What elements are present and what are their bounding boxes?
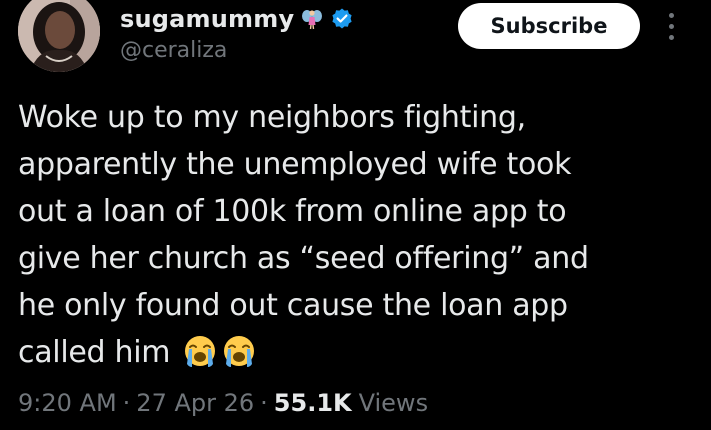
more-dot [668,34,674,40]
display-name[interactable]: sugamummy [120,5,294,33]
tweet-line: give her church as “seed offering” and [18,241,589,276]
tweet-line: he only found out cause the loan app [18,288,568,323]
meta-separator: · [260,389,268,417]
tweet-meta: 9:20 AM · 27 Apr 26 · 55.1K Views [18,389,428,417]
loudly-crying-face-emoji [182,333,218,369]
more-dot [668,23,674,29]
author-name-row: sugamummy [120,3,354,35]
tweet-text: Woke up to my neighbors fighting, appare… [18,94,698,376]
fairy-icon [300,7,324,31]
tweet-line: Woke up to my neighbors fighting, [18,100,526,135]
tweet-line: out a loan of 100k from online app to [18,194,567,229]
tweet-date[interactable]: 27 Apr 26 [136,389,254,417]
avatar-photo [18,0,100,72]
tweet-line: apparently the unemployed wife took [18,147,572,182]
tweet-last-line: called him [18,329,698,376]
tweet-time[interactable]: 9:20 AM [18,389,117,417]
views-label: Views [358,389,429,417]
author-handle[interactable]: @ceraliza [120,38,227,63]
loudly-crying-face-emoji [221,333,257,369]
avatar[interactable] [18,0,100,72]
more-vertical-icon[interactable] [660,8,682,44]
tweet-line: called him [18,335,171,370]
subscribe-button[interactable]: Subscribe [458,3,640,49]
meta-separator: · [122,389,131,417]
verified-badge-icon[interactable] [330,7,354,31]
more-dot [668,12,674,18]
views-count[interactable]: 55.1K [274,389,352,417]
